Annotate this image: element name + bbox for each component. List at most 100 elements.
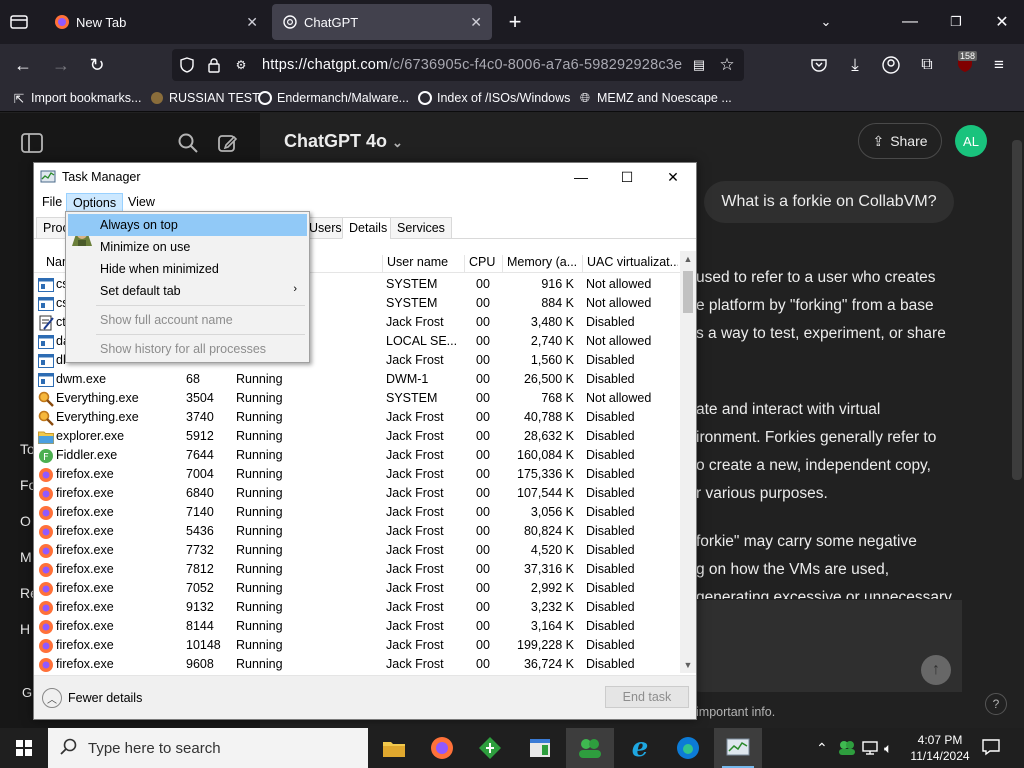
- task-manager-taskbar-icon[interactable]: [714, 728, 762, 768]
- table-row[interactable]: firefox.exe 9132 Running Jack Frost 00 3,232 …: [34, 598, 680, 617]
- menu-view[interactable]: View: [122, 193, 161, 212]
- scroll-up-icon[interactable]: ▲: [680, 251, 696, 267]
- tab-details[interactable]: Details: [342, 217, 395, 239]
- url-bar[interactable]: ⚙ https://chatgpt.com/c/6736905c-f4c0-80…: [172, 49, 744, 81]
- table-row[interactable]: firefox.exe 5436 Running Jack Frost 00 80,824…: [34, 522, 680, 541]
- pocket-icon[interactable]: [808, 54, 830, 76]
- table-row[interactable]: Everything.exe 3504 Running SYSTEM 00 768 K No…: [34, 389, 680, 408]
- model-selector[interactable]: ChatGPT 4o ⌄: [284, 131, 403, 152]
- bookmark-index-isos[interactable]: Index of /ISOs/Windows: [418, 91, 570, 105]
- table-row[interactable]: firefox.exe 7732 Running Jack Frost 00 4,520 …: [34, 541, 680, 560]
- close-icon[interactable]: ✕: [650, 163, 696, 191]
- minimize-icon[interactable]: —: [898, 12, 922, 32]
- table-scrollbar[interactable]: ▲ ▼: [680, 251, 696, 673]
- table-row[interactable]: firefox.exe 7140 Running Jack Frost 00 3,056 …: [34, 503, 680, 522]
- edge-icon[interactable]: [664, 728, 712, 768]
- table-row[interactable]: dwm.exe 68 Running DWM-1 00 26,500 K Disabled: [34, 370, 680, 389]
- menu-options[interactable]: Options: [66, 193, 124, 212]
- lock-icon[interactable]: [206, 57, 222, 73]
- column-memory[interactable]: Memory (a...: [502, 255, 580, 273]
- bookmark-import[interactable]: ⇱ Import bookmarks...: [12, 91, 142, 106]
- chevron-down-icon[interactable]: ⌄: [816, 12, 836, 32]
- menu-item-set-default-tab[interactable]: Set default tab ›: [68, 280, 307, 302]
- tab-services[interactable]: Services: [390, 217, 452, 239]
- end-task-button[interactable]: End task: [605, 686, 689, 708]
- window-app-icon[interactable]: [516, 728, 564, 768]
- ublock-icon[interactable]: 158: [952, 50, 978, 78]
- message-composer[interactable]: [678, 600, 962, 692]
- internet-explorer-icon[interactable]: e: [616, 728, 664, 768]
- table-row[interactable]: firefox.exe 7004 Running Jack Frost 00 175,33…: [34, 465, 680, 484]
- help-button[interactable]: ?: [985, 693, 1007, 715]
- sidebar-item[interactable]: O: [20, 513, 31, 529]
- search-icon[interactable]: [176, 131, 200, 155]
- new-tab-icon[interactable]: +: [504, 9, 526, 34]
- download-icon[interactable]: ⤓: [844, 54, 866, 76]
- menu-item-always-on-top[interactable]: Always on top: [68, 214, 307, 236]
- tab-new-tab[interactable]: New Tab ✕: [44, 4, 268, 40]
- forward-arrow-icon[interactable]: →: [50, 54, 72, 76]
- url-text[interactable]: https://chatgpt.com/c/6736905c-f4c0-8006…: [262, 57, 682, 73]
- volume-icon[interactable]: 🔈︎: [884, 740, 892, 757]
- permissions-icon[interactable]: ⚙: [232, 57, 250, 73]
- menu-file[interactable]: File: [36, 193, 68, 212]
- bookmark-endermanch[interactable]: Endermanch/Malware...: [258, 91, 409, 105]
- table-row[interactable]: firefox.exe 10148 Running Jack Frost 00 199,2…: [34, 636, 680, 655]
- firefox-icon[interactable]: [418, 728, 466, 768]
- send-arrow-icon[interactable]: ↑: [921, 655, 951, 685]
- green-diamond-app-icon[interactable]: [466, 728, 514, 768]
- table-row[interactable]: firefox.exe 9608 Running Jack Frost 00 36,724…: [34, 655, 680, 673]
- close-window-icon[interactable]: ✕: [990, 12, 1014, 32]
- network-icon[interactable]: [862, 740, 880, 759]
- table-row[interactable]: Everything.exe 3740 Running Jack Frost 00 40,…: [34, 408, 680, 427]
- notifications-icon[interactable]: [982, 738, 1000, 761]
- close-tab-icon[interactable]: ✕: [470, 14, 482, 31]
- chevron-up-icon[interactable]: ⌃: [816, 740, 828, 757]
- bookmark-memz[interactable]: 🌐︎ MEMZ and Noescape ...: [578, 91, 732, 106]
- sidebar-toggle-icon[interactable]: [20, 131, 44, 155]
- column-cpu[interactable]: CPU: [464, 255, 500, 273]
- back-arrow-icon[interactable]: ←: [12, 54, 34, 76]
- table-row[interactable]: F Fiddler.exe 7644 Running Jack Frost 00 160,0…: [34, 446, 680, 465]
- table-row[interactable]: firefox.exe 7052 Running Jack Frost 00 2,992 …: [34, 579, 680, 598]
- sidebar-item[interactable]: M: [20, 549, 32, 565]
- column-uac[interactable]: UAC virtualizat...: [582, 255, 678, 273]
- restore-icon[interactable]: ❐: [944, 12, 968, 32]
- tab-chatgpt[interactable]: ChatGPT ✕: [272, 4, 492, 40]
- page-scrollbar[interactable]: [1012, 140, 1022, 480]
- account-icon[interactable]: [880, 54, 902, 76]
- table-row[interactable]: firefox.exe 6840 Running Jack Frost 00 107,54…: [34, 484, 680, 503]
- taskbar-clock[interactable]: 4:07 PM 11/14/2024: [904, 732, 976, 764]
- extensions-icon[interactable]: ⧉: [916, 54, 938, 76]
- table-row[interactable]: firefox.exe 7812 Running Jack Frost 00 37,316…: [34, 560, 680, 579]
- share-button[interactable]: ⇪ Share: [858, 123, 942, 159]
- shield-icon[interactable]: [178, 57, 196, 73]
- reader-view-icon[interactable]: ▤: [690, 57, 708, 73]
- scrollbar-thumb[interactable]: [683, 271, 693, 313]
- tab-list-icon[interactable]: [8, 12, 30, 32]
- maximize-icon[interactable]: ☐: [604, 163, 650, 191]
- users-tray-icon[interactable]: [838, 740, 856, 759]
- task-manager-titlebar[interactable]: Task Manager — ☐ ✕: [34, 163, 696, 191]
- hamburger-menu-icon[interactable]: ≡: [988, 54, 1010, 76]
- file-explorer-icon[interactable]: [370, 728, 418, 768]
- column-user-name[interactable]: User name: [382, 255, 462, 273]
- sidebar-item[interactable]: G: [22, 685, 32, 700]
- users-app-icon[interactable]: [566, 728, 614, 768]
- table-row[interactable]: explorer.exe 5912 Running Jack Frost 00 28,63…: [34, 427, 680, 446]
- new-chat-icon[interactable]: [216, 131, 240, 155]
- windows-start-icon[interactable]: [0, 728, 48, 768]
- close-tab-icon[interactable]: ✕: [246, 14, 258, 31]
- table-row[interactable]: firefox.exe 8144 Running Jack Frost 00 3,164 …: [34, 617, 680, 636]
- minimize-icon[interactable]: —: [558, 163, 604, 191]
- sidebar-item[interactable]: H: [20, 621, 30, 637]
- menu-item-minimize-on-use[interactable]: Minimize on use: [68, 236, 307, 258]
- fewer-details-button[interactable]: ︿ Fewer details: [42, 688, 142, 708]
- bookmark-russian-test[interactable]: RUSSIAN TEST: [150, 91, 260, 105]
- reload-icon[interactable]: ↻: [86, 54, 108, 76]
- avatar[interactable]: AL: [955, 125, 987, 157]
- taskbar-search-input[interactable]: Type here to search: [48, 728, 368, 768]
- menu-item-hide-when-minimized[interactable]: Hide when minimized: [68, 258, 307, 280]
- star-icon[interactable]: ☆: [718, 55, 736, 74]
- scroll-down-icon[interactable]: ▼: [680, 657, 696, 673]
